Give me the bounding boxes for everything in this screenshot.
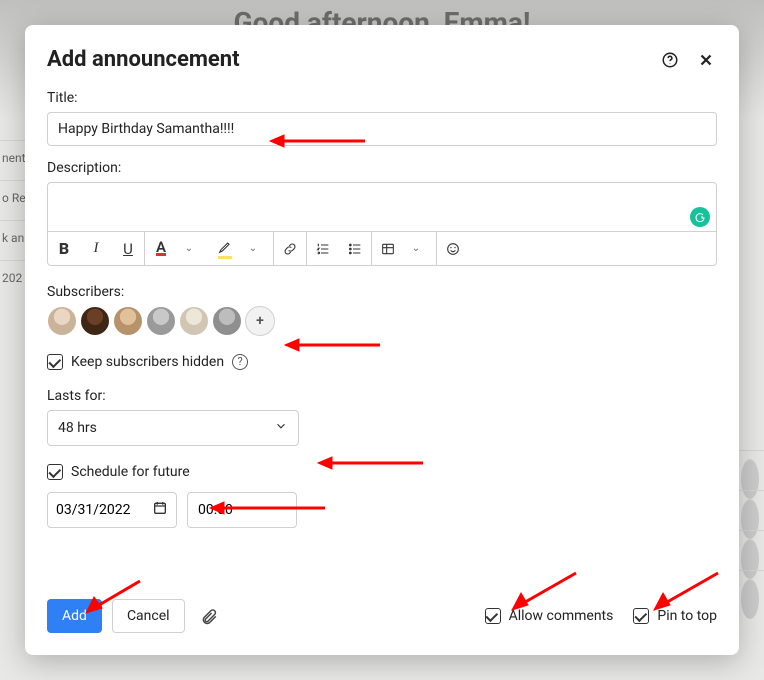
help-icon[interactable] [659,49,681,71]
subscribers-list: + [47,306,717,336]
lasts-for-select[interactable]: 48 hrs [47,410,299,446]
rich-text-toolbar: B I U A ⌄ ⌄ [48,231,716,265]
description-textarea[interactable] [48,183,716,231]
title-input[interactable] [47,112,717,146]
schedule-for-future-label: Schedule for future [71,464,190,480]
date-input[interactable]: 03/31/2022 [47,492,177,528]
keep-subscribers-hidden-label: Keep subscribers hidden [71,354,224,370]
time-input[interactable]: 00:00 [187,492,297,528]
add-subscriber-button[interactable]: + [245,306,275,336]
keep-subscribers-hidden-checkbox[interactable] [47,354,63,370]
emoji-button[interactable] [437,234,469,264]
pin-to-top-checkbox[interactable] [633,608,649,624]
pin-to-top-label: Pin to top [657,608,717,624]
subscriber-avatar[interactable] [113,306,143,336]
link-button[interactable] [274,234,306,264]
add-button[interactable]: Add [47,599,102,633]
text-color-caret[interactable]: ⌄ [173,234,205,264]
close-button[interactable] [695,49,717,71]
table-caret[interactable]: ⌄ [400,234,432,264]
allow-comments-label: Allow comments [509,608,614,624]
italic-button[interactable]: I [80,234,112,264]
underline-button[interactable]: U [112,234,144,264]
highlight-caret[interactable]: ⌄ [237,234,269,264]
date-value: 03/31/2022 [56,502,131,518]
unordered-list-button[interactable] [339,234,371,264]
time-value: 00:00 [198,502,233,518]
chevron-down-icon [274,419,288,437]
subscriber-avatar[interactable] [80,306,110,336]
title-label: Title: [47,90,717,106]
modal-title: Add announcement [47,47,240,72]
subscriber-avatar[interactable] [212,306,242,336]
attach-button[interactable] [195,602,223,630]
subscribers-label: Subscribers: [47,284,717,300]
description-label: Description: [47,160,717,176]
schedule-for-future-checkbox[interactable] [47,464,63,480]
grammarly-icon[interactable] [690,207,710,227]
lasts-for-label: Lasts for: [47,388,717,404]
cancel-button[interactable]: Cancel [112,599,185,633]
lasts-for-value: 48 hrs [58,420,97,436]
allow-comments-checkbox[interactable] [485,608,501,624]
keep-hidden-help-icon[interactable]: ? [232,354,248,370]
calendar-icon [152,500,168,520]
subscriber-avatar[interactable] [179,306,209,336]
subscriber-avatar[interactable] [146,306,176,336]
bold-button[interactable]: B [48,234,80,264]
dropdown-caret-icon [274,502,286,518]
ordered-list-button[interactable] [307,234,339,264]
subscriber-avatar[interactable] [47,306,77,336]
add-announcement-modal: Add announcement Title: Description: [25,25,739,655]
modal-header: Add announcement [47,47,717,72]
bg-right-strip [739,450,764,610]
modal-footer: Add Cancel Allow comments Pin to top [47,599,717,633]
